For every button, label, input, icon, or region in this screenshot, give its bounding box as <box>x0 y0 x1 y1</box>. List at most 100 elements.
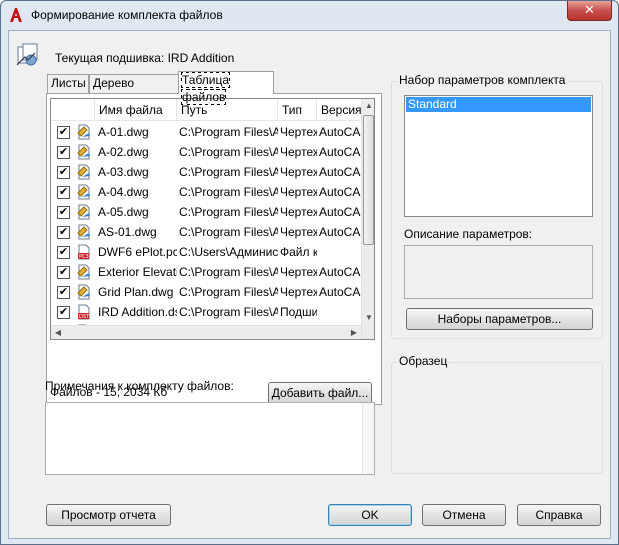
preview-groupbox <box>391 362 603 474</box>
file-table-panel: Имя файла Путь Тип Версия ✔ A-01.dwg C:\Pr… <box>46 93 382 405</box>
header-checkbox-col <box>51 99 95 121</box>
setup-group-label: Набор параметров комплекта <box>397 73 568 87</box>
dwg-file-icon <box>76 204 92 220</box>
table-row[interactable]: ✔ PC3 DWF6 ePlot.pc3C:\Users\АдминистрФайл… <box>51 242 361 262</box>
row-checkbox[interactable]: ✔ <box>57 226 70 239</box>
scroll-down-icon[interactable]: ▼ <box>362 311 374 325</box>
setup-description-box <box>404 245 593 299</box>
cell-file-version: AutoCAD <box>319 125 361 139</box>
dwg-file-icon <box>76 164 92 180</box>
cell-file-type: Чертеж <box>280 185 317 199</box>
cell-file-name: A-02.dwg <box>98 145 149 159</box>
cell-file-version: AutoCAD <box>319 185 361 199</box>
row-checkbox[interactable]: ✔ <box>57 146 70 159</box>
window-title: Формирование комплекта файлов <box>31 8 223 22</box>
cell-file-path: C:\Program Files\Au <box>179 265 278 279</box>
cell-file-name: A-03.dwg <box>98 165 149 179</box>
tab-file-tree[interactable]: Дерево файлов <box>89 74 179 107</box>
row-checkbox[interactable]: ✔ <box>57 166 70 179</box>
cell-file-type: Чертеж <box>280 265 317 279</box>
file-table[interactable]: Имя файла Путь Тип Версия ✔ A-01.dwg C:\Pr… <box>50 98 375 340</box>
tab-sheets[interactable]: Листы <box>47 74 89 93</box>
horizontal-scrollbar[interactable]: ◀ ▶ <box>51 325 361 339</box>
help-button[interactable]: Справка <box>517 504 601 526</box>
dwg-file-icon <box>76 284 92 300</box>
table-row[interactable]: ✔ A-05.dwg C:\Program Files\Au Чертеж AutoCA… <box>51 202 361 222</box>
cell-file-path: C:\Users\Администр <box>179 245 278 259</box>
row-checkbox[interactable]: ✔ <box>57 286 70 299</box>
row-checkbox[interactable]: ✔ <box>57 246 70 259</box>
cell-file-path: C:\Program Files\Au <box>179 185 278 199</box>
cell-file-version: AutoCAD <box>319 265 361 279</box>
cell-file-name: AS-01.dwg <box>98 225 157 239</box>
cell-file-name: A-04.dwg <box>98 185 149 199</box>
add-file-button[interactable]: Добавить файл... <box>268 382 372 404</box>
table-row[interactable]: ✔ A-02.dwg C:\Program Files\Au Чертеж AutoCA… <box>51 142 361 162</box>
cell-file-version: AutoCAD <box>319 285 361 299</box>
table-row[interactable]: ✔ Exterior ElevationsC:\Program Files\AuЧ… <box>51 262 361 282</box>
cell-file-path: C:\Program Files\Au <box>179 225 278 239</box>
svg-text:PC3: PC3 <box>79 254 89 260</box>
ok-button[interactable]: OK <box>328 504 412 526</box>
cell-file-name: A-05.dwg <box>98 205 149 219</box>
column-header-type[interactable]: Тип <box>278 99 317 121</box>
notes-label: Примечания к комплекту файлов: <box>45 379 234 393</box>
row-checkbox[interactable]: ✔ <box>57 186 70 199</box>
cell-file-version <box>319 242 361 262</box>
svg-text:DST: DST <box>79 314 90 320</box>
cell-file-type: Чертеж <box>280 225 317 239</box>
cell-file-name: A-01.dwg <box>98 125 149 139</box>
dwg-file-icon <box>76 144 92 160</box>
row-checkbox[interactable]: ✔ <box>57 266 70 279</box>
close-button[interactable]: ✕ <box>567 1 612 21</box>
scroll-thumb[interactable] <box>363 115 374 245</box>
column-header-name[interactable]: Имя файла <box>95 99 177 121</box>
scroll-up-icon[interactable]: ▲ <box>362 99 374 113</box>
title-bar[interactable]: Формирование комплекта файлов ✕ <box>1 1 618 29</box>
row-checkbox[interactable]: ✔ <box>57 206 70 219</box>
column-header-version[interactable]: Версия <box>317 99 361 121</box>
cell-file-name: IRD Addition.dst <box>98 305 177 319</box>
setup-description-label: Описание параметров: <box>404 227 533 241</box>
scroll-left-icon[interactable]: ◀ <box>51 326 65 339</box>
close-icon: ✕ <box>584 2 595 17</box>
cell-file-version: AutoCAD <box>319 205 361 219</box>
cell-file-path: C:\Program Files\Au <box>179 305 278 319</box>
view-report-button[interactable]: Просмотр отчета <box>46 504 171 526</box>
setup-listbox[interactable]: Standard <box>404 95 593 217</box>
tab-label: Листы <box>51 76 86 90</box>
table-row[interactable]: ✔ AS-01.dwg C:\Program Files\Au Чертеж AutoC… <box>51 222 361 242</box>
setup-item-standard[interactable]: Standard <box>405 96 592 113</box>
cell-file-path: C:\Program Files\Au <box>179 285 278 299</box>
table-row[interactable]: ✔ A-01.dwg C:\Program Files\Au Чертеж AutoCA… <box>51 122 361 142</box>
cell-file-type: Чертеж <box>280 285 317 299</box>
table-row[interactable]: ✔ DST IRD Addition.dst C:\Program Files\Au П… <box>51 302 361 322</box>
vertical-scrollbar[interactable]: ▲ ▼ <box>361 99 374 339</box>
cell-file-name: Exterior Elevations <box>98 265 177 279</box>
transmittal-setups-button[interactable]: Наборы параметров... <box>406 308 593 330</box>
cell-file-type: Чертеж <box>280 125 317 139</box>
preview-label: Образец <box>397 354 450 368</box>
notes-scrollbar[interactable] <box>362 403 374 474</box>
cancel-button[interactable]: Отмена <box>422 504 506 526</box>
cell-file-version <box>319 302 361 322</box>
tab-file-table[interactable]: Таблица файлов <box>178 71 274 105</box>
cell-file-path: C:\Program Files\Au <box>179 165 278 179</box>
table-row[interactable]: ✔ Grid Plan.dwg C:\Program Files\Au Чертеж A… <box>51 282 361 302</box>
cell-file-type: Файл к <box>280 245 317 259</box>
dialog-window: Формирование комплекта файлов ✕ Текущая … <box>0 0 619 545</box>
row-checkbox[interactable]: ✔ <box>57 126 70 139</box>
dwg-file-icon <box>76 224 92 240</box>
cell-file-path: C:\Program Files\Au <box>179 205 278 219</box>
pc3-file-icon: PC3 <box>76 244 92 260</box>
table-row[interactable]: ✔ A-04.dwg C:\Program Files\Au Чертеж AutoCA… <box>51 182 361 202</box>
row-checkbox[interactable]: ✔ <box>57 306 70 319</box>
cell-file-type: Чертеж <box>280 145 317 159</box>
cell-file-version: AutoCAD <box>319 165 361 179</box>
table-row[interactable]: ✔ A-03.dwg C:\Program Files\Au Чертеж AutoCA… <box>51 162 361 182</box>
dwg-file-icon <box>76 124 92 140</box>
dst-file-icon: DST <box>76 304 92 320</box>
scroll-right-icon[interactable]: ▶ <box>347 326 361 339</box>
autocad-a-icon <box>9 7 23 23</box>
notes-textarea[interactable] <box>45 402 375 475</box>
